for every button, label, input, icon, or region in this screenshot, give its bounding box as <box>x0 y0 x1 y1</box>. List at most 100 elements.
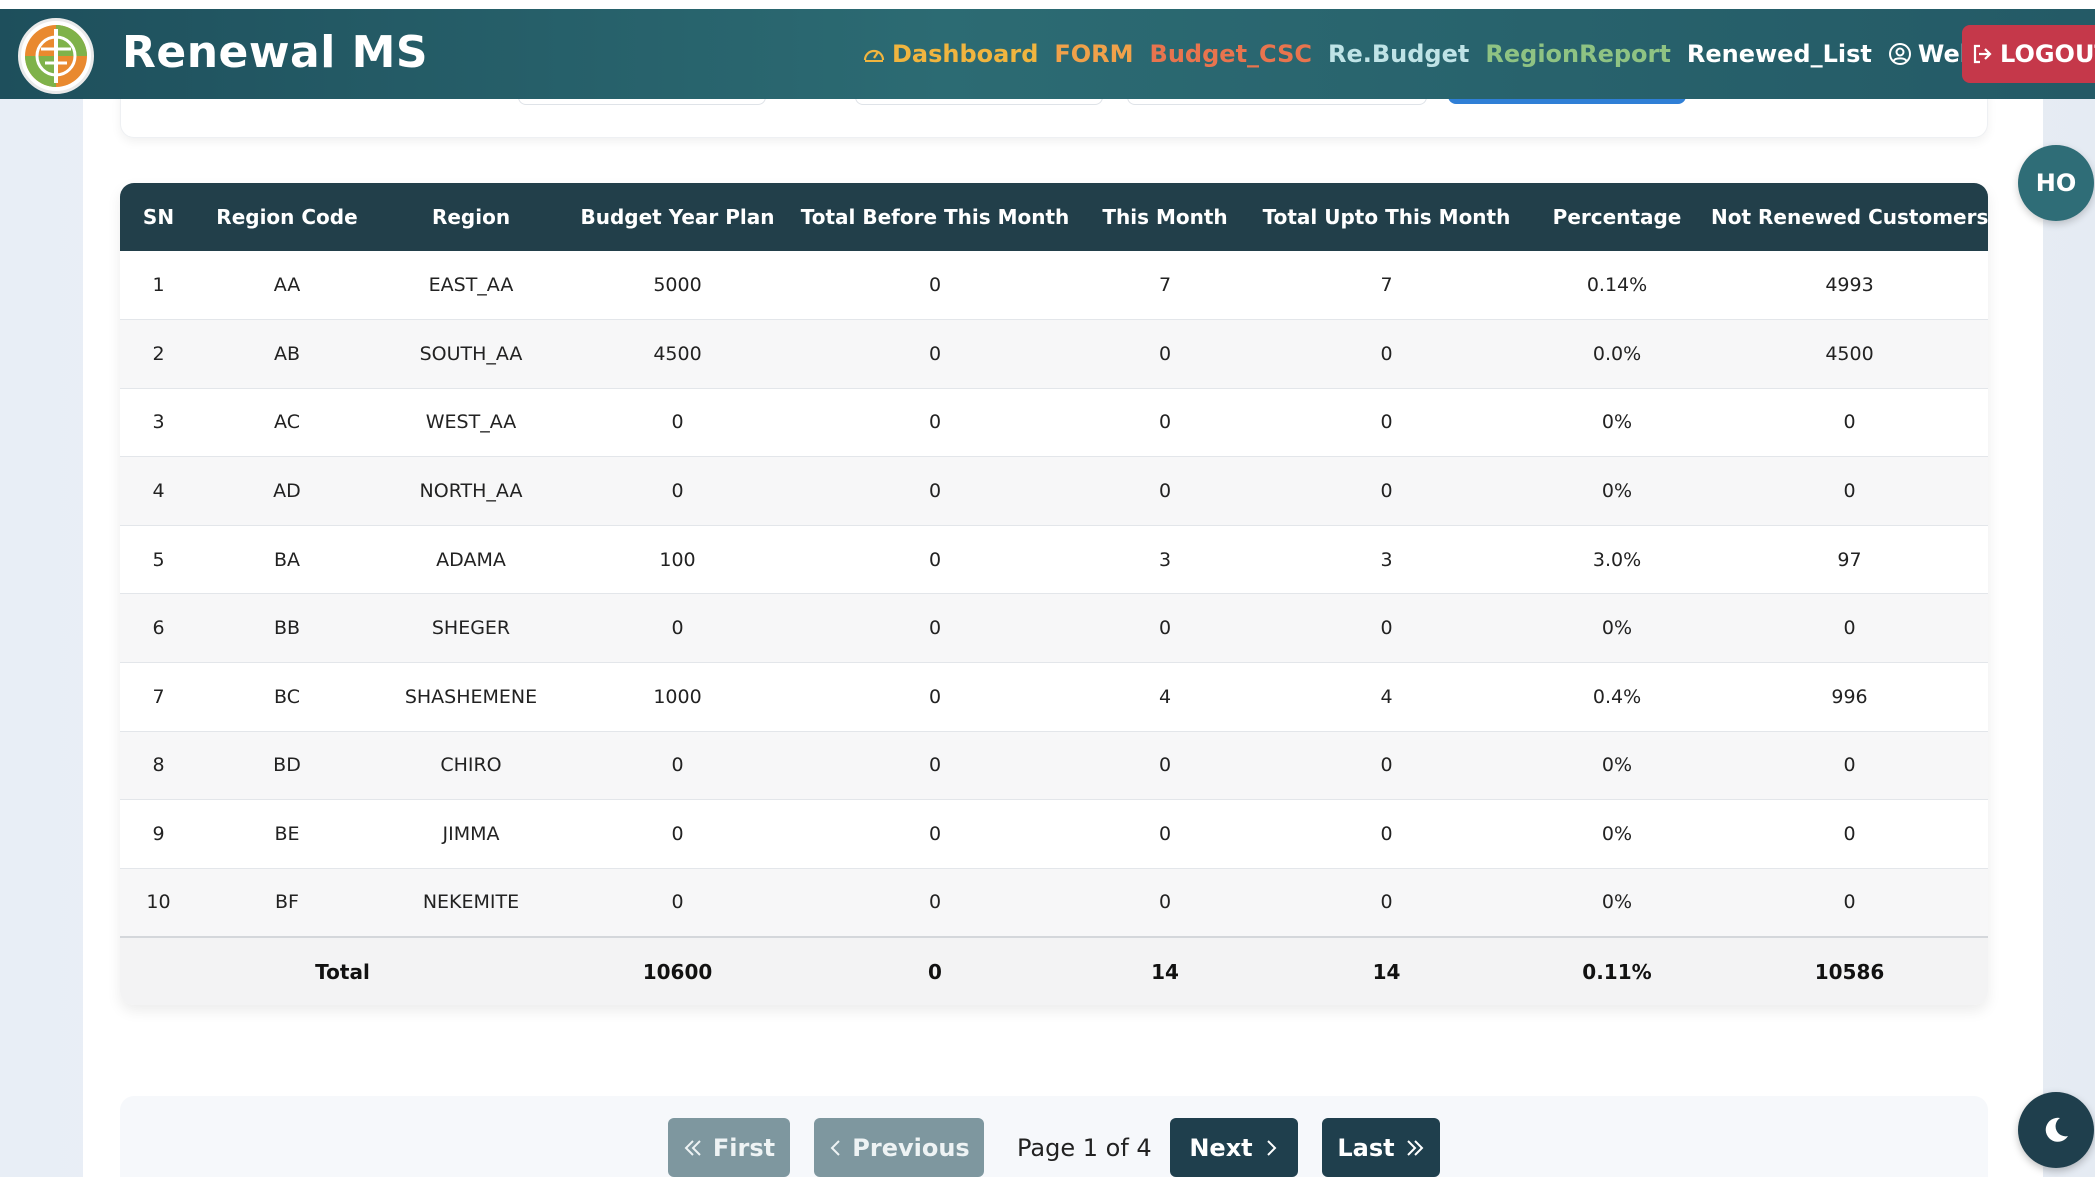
cell-sn: 6 <box>152 617 165 640</box>
nav-label-rebudget: Re.Budget <box>1328 40 1470 68</box>
cell-region-code: AB <box>273 342 301 365</box>
logout-button[interactable]: LOGOUT <box>1962 25 2095 83</box>
cell-sn: 1 <box>152 274 165 297</box>
cell-this-month: 3 <box>1158 548 1172 571</box>
first-page-button[interactable]: First <box>668 1118 790 1177</box>
cell-not-renewed: 0 <box>1843 411 1856 434</box>
nav-item-form[interactable]: FORM <box>1054 40 1133 68</box>
cell-total-upto: 3 <box>1380 548 1393 571</box>
table-row: 8 BD CHIRO 0 0 0 0 0% 0 <box>120 731 1988 800</box>
logo-icon <box>25 25 87 87</box>
col-header-not-renewed: Not Renewed Customers <box>1711 205 1988 229</box>
cell-this-month: 0 <box>1158 342 1172 365</box>
cell-region: CHIRO <box>440 754 502 777</box>
cell-region: ADAMA <box>436 548 506 571</box>
cell-percentage: 0% <box>1601 891 1633 914</box>
nav-item-renewed-list[interactable]: Renewed_List <box>1687 40 1872 68</box>
total-this-month: 14 <box>1151 960 1179 985</box>
cell-total-upto: 7 <box>1380 274 1393 297</box>
cell-total-upto: 0 <box>1380 754 1393 777</box>
table-row: 3 AC WEST_AA 0 0 0 0 0% 0 <box>120 388 1988 457</box>
total-percentage: 0.11% <box>1582 960 1652 985</box>
cell-region: SOUTH_AA <box>419 342 523 365</box>
cell-not-renewed: 0 <box>1843 891 1856 914</box>
theme-toggle-button[interactable] <box>2018 1092 2094 1168</box>
next-page-button[interactable]: Next <box>1170 1118 1298 1177</box>
last-page-label: Last <box>1337 1133 1395 1162</box>
table-row: 10 BF NEKEMITE 0 0 0 0 0% 0 <box>120 868 1988 937</box>
cell-percentage: 0.0% <box>1592 342 1642 365</box>
col-header-this-month: This Month <box>1102 205 1228 229</box>
cell-percentage: 3.0% <box>1592 548 1642 571</box>
cell-budget-year-plan: 0 <box>671 617 684 640</box>
cell-sn: 9 <box>152 823 165 846</box>
chevron-left-icon <box>828 1138 842 1158</box>
col-header-percentage: Percentage <box>1552 205 1682 229</box>
nav-label-form: FORM <box>1054 40 1134 68</box>
cell-this-month: 0 <box>1158 411 1172 434</box>
cell-region-code: BA <box>273 548 301 571</box>
total-not-renewed: 10586 <box>1814 960 1885 985</box>
cell-percentage: 0% <box>1601 617 1633 640</box>
cell-sn: 8 <box>152 754 165 777</box>
nav-item-region-report[interactable]: RegionReport <box>1485 40 1670 68</box>
cell-this-month: 7 <box>1158 274 1172 297</box>
app-logo[interactable] <box>18 18 94 94</box>
user-avatar[interactable]: HO <box>2018 145 2094 221</box>
last-page-button[interactable]: Last <box>1322 1118 1440 1177</box>
nav-item-budget-csc[interactable]: Budget_CSC <box>1150 40 1312 68</box>
nav-label-budget-csc: Budget_CSC <box>1149 40 1312 68</box>
cell-total-before: 0 <box>928 823 942 846</box>
total-row: Total 10600 0 14 14 0.11% 10586 <box>120 936 1988 1005</box>
col-header-sn: SN <box>142 205 175 229</box>
cell-this-month: 0 <box>1158 823 1172 846</box>
region-report-table: SN Region Code Region Budget Year Plan T… <box>120 183 1988 1005</box>
total-upto-this-month: 14 <box>1372 960 1401 985</box>
cell-total-before: 0 <box>928 548 942 571</box>
nav-item-rebudget[interactable]: Re.Budget <box>1328 40 1469 68</box>
cell-sn: 7 <box>152 685 165 708</box>
cell-this-month: 0 <box>1158 480 1172 503</box>
cell-percentage: 0% <box>1601 754 1633 777</box>
total-before-this-month: 0 <box>928 960 942 985</box>
total-budget-year-plan: 10600 <box>642 960 713 985</box>
app-brand: Renewal MS <box>122 27 429 78</box>
cell-this-month: 4 <box>1158 685 1172 708</box>
cell-not-renewed: 0 <box>1843 480 1856 503</box>
previous-page-label: Previous <box>852 1133 970 1162</box>
cell-region-code: AA <box>273 274 301 297</box>
cell-region-code: BB <box>273 617 301 640</box>
top-strip <box>0 0 2095 9</box>
page-indicator: Page 1 of 4 <box>1017 1134 1152 1162</box>
cell-budget-year-plan: 0 <box>671 891 684 914</box>
cell-total-upto: 4 <box>1380 685 1393 708</box>
nav-item-dashboard[interactable]: Dashboard <box>862 40 1038 68</box>
cell-total-before: 0 <box>928 754 942 777</box>
cell-region: NORTH_AA <box>419 480 523 503</box>
table-row: 7 BC SHASHEMENE 1000 0 4 4 0.4% 996 <box>120 662 1988 732</box>
nav-label-renewed-list: Renewed_List <box>1686 40 1872 68</box>
total-label: Total <box>315 960 370 985</box>
cell-total-before: 0 <box>928 685 942 708</box>
cell-region: WEST_AA <box>425 411 517 434</box>
cell-sn: 3 <box>152 411 165 434</box>
gauge-icon <box>862 43 886 65</box>
table-row: 1 AA EAST_AA 5000 0 7 7 0.14% 4993 <box>120 251 1988 320</box>
cell-total-upto: 0 <box>1380 480 1393 503</box>
cell-region-code: BE <box>274 823 300 846</box>
cell-sn: 4 <box>152 480 165 503</box>
cell-not-renewed: 0 <box>1843 754 1856 777</box>
cell-total-upto: 0 <box>1380 411 1393 434</box>
cell-percentage: 0.14% <box>1586 274 1648 297</box>
cell-budget-year-plan: 1000 <box>653 685 702 708</box>
cell-not-renewed: 4500 <box>1825 342 1874 365</box>
chevron-double-left-icon <box>683 1138 703 1158</box>
table-row: 6 BB SHEGER 0 0 0 0 0% 0 <box>120 593 1988 663</box>
chevron-double-right-icon <box>1405 1138 1425 1158</box>
cell-budget-year-plan: 0 <box>671 823 684 846</box>
cell-budget-year-plan: 0 <box>671 480 684 503</box>
cell-region: SHASHEMENE <box>404 685 538 708</box>
previous-page-button[interactable]: Previous <box>814 1118 984 1177</box>
cell-region-code: BC <box>274 685 300 708</box>
moon-icon <box>2040 1114 2072 1146</box>
